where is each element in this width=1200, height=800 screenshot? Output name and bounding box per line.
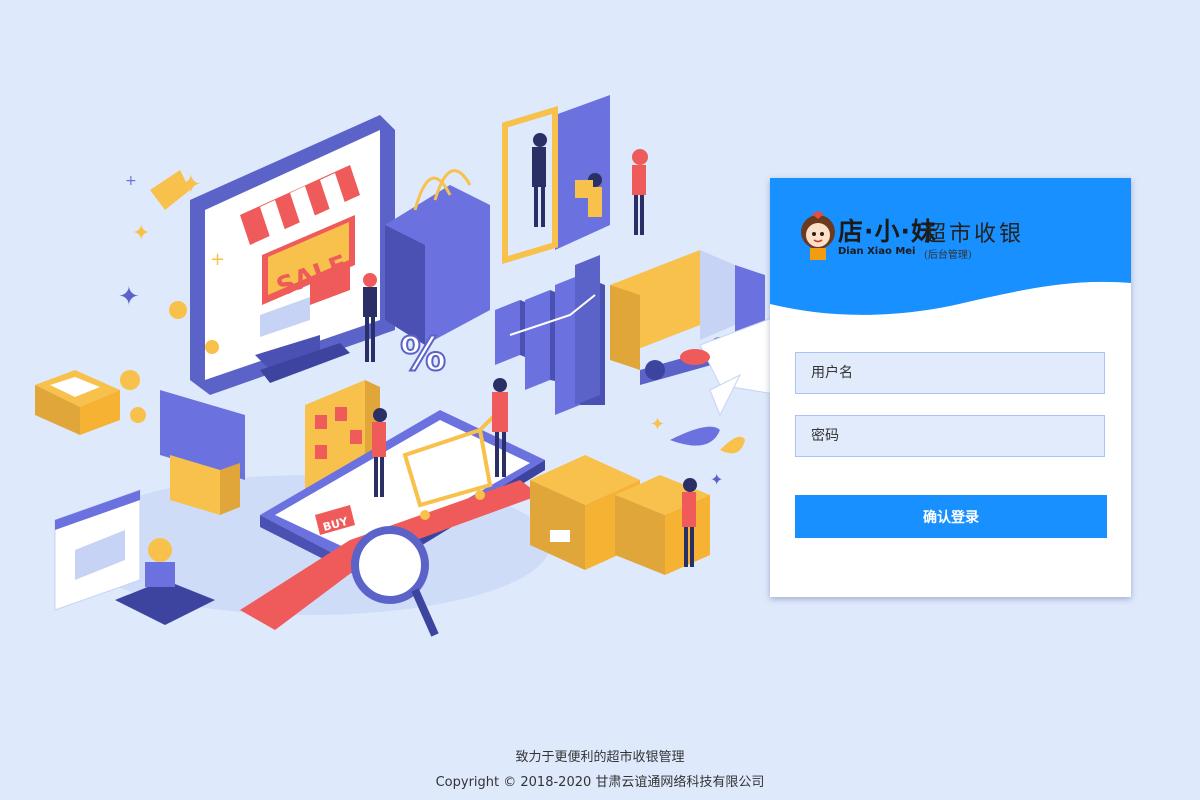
login-card: 店·小·妹 Dian Xiao Mei 超市收银 (后台管理) 确认登录 — [770, 178, 1131, 597]
mascot-girl-icon — [801, 211, 835, 260]
brand-logo-en: Dian Xiao Mei — [838, 246, 916, 257]
svg-text:✦: ✦ — [650, 414, 665, 435]
brand-title: 超市收银 — [924, 222, 1025, 247]
login-button[interactable]: 确认登录 — [795, 495, 1107, 538]
svg-text:+: + — [210, 249, 225, 270]
brand: 店·小·妹 Dian Xiao Mei 超市收银 (后台管理) — [800, 206, 1120, 266]
svg-text:✦: ✦ — [118, 282, 140, 312]
footer-copyright: Copyright © 2018-2020 甘肃云谊通网络科技有限公司 — [435, 775, 765, 790]
shopping-bag-icon — [385, 169, 490, 345]
card-reader-icon — [160, 390, 245, 515]
ecommerce-illustration: SALE % BUY ✦ ✦ ✦ + + ✦ ✦ — [35, 95, 780, 637]
brand-logo-cn: 店·小·妹 — [838, 217, 937, 246]
brand-subtitle: (后台管理) — [924, 250, 972, 261]
svg-text:+: + — [125, 173, 137, 189]
percent-sign: % — [400, 327, 446, 381]
svg-text:✦: ✦ — [132, 221, 150, 246]
username-input[interactable] — [795, 352, 1105, 394]
svg-text:✦: ✦ — [710, 470, 723, 489]
footer-slogan: 致力于更便利的超市收银管理 — [515, 750, 685, 765]
cash-stack-icon — [35, 370, 120, 435]
card-header: 店·小·妹 Dian Xiao Mei 超市收银 (后台管理) — [770, 178, 1131, 318]
browser-window-icon — [54, 489, 141, 611]
bar-chart-blocks — [495, 255, 605, 415]
password-input[interactable] — [795, 415, 1105, 457]
magnifier-icon — [351, 526, 439, 637]
